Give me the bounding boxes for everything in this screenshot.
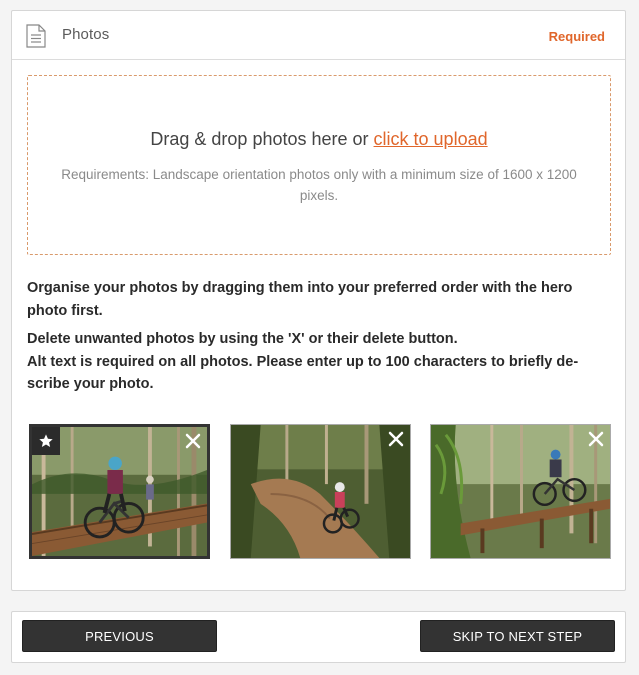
delete-photo-button[interactable] bbox=[386, 429, 406, 449]
instruction-delete: Delete unwanted photos by using the 'X' … bbox=[27, 331, 458, 347]
photo-image bbox=[431, 425, 610, 558]
photo-thumbnails bbox=[29, 424, 611, 560]
photos-panel: Photos Required Drag & drop photos here … bbox=[11, 10, 626, 591]
dropzone-main-text: Drag & drop photos here or click to uplo… bbox=[28, 129, 610, 150]
photo-thumbnail[interactable] bbox=[230, 424, 411, 559]
dropzone-requirements: Requirements: Landscape orientation phot… bbox=[61, 167, 577, 203]
instructions: Organise your photos by dragging them in… bbox=[27, 277, 612, 402]
panel-title: Photos bbox=[62, 26, 110, 43]
document-icon bbox=[26, 24, 46, 48]
photo-thumbnail-hero[interactable] bbox=[29, 424, 210, 559]
panel-header: Photos Required bbox=[12, 11, 625, 60]
delete-photo-button[interactable] bbox=[183, 431, 203, 451]
click-to-upload-link[interactable]: click to upload bbox=[374, 129, 488, 149]
skip-to-next-step-button[interactable]: SKIP TO NEXT STEP bbox=[420, 620, 615, 652]
required-label: Required bbox=[548, 29, 605, 44]
photo-dropzone[interactable]: Drag & drop photos here or click to uplo… bbox=[27, 75, 611, 255]
star-icon bbox=[39, 434, 53, 447]
close-icon bbox=[185, 433, 201, 449]
instruction-alt-text: Alt text is required on all photos. Plea… bbox=[27, 353, 579, 393]
photo-thumbnail[interactable] bbox=[430, 424, 611, 559]
navigation-footer: PREVIOUS SKIP TO NEXT STEP bbox=[11, 611, 626, 663]
previous-button[interactable]: PREVIOUS bbox=[22, 620, 217, 652]
delete-photo-button[interactable] bbox=[586, 429, 606, 449]
photo-image bbox=[231, 425, 410, 558]
close-icon bbox=[388, 431, 404, 447]
dropzone-prompt: Drag & drop photos here or bbox=[150, 129, 374, 149]
hero-star-button[interactable] bbox=[32, 427, 60, 455]
close-icon bbox=[588, 431, 604, 447]
instruction-order: Organise your photos by dragging them in… bbox=[27, 280, 573, 319]
